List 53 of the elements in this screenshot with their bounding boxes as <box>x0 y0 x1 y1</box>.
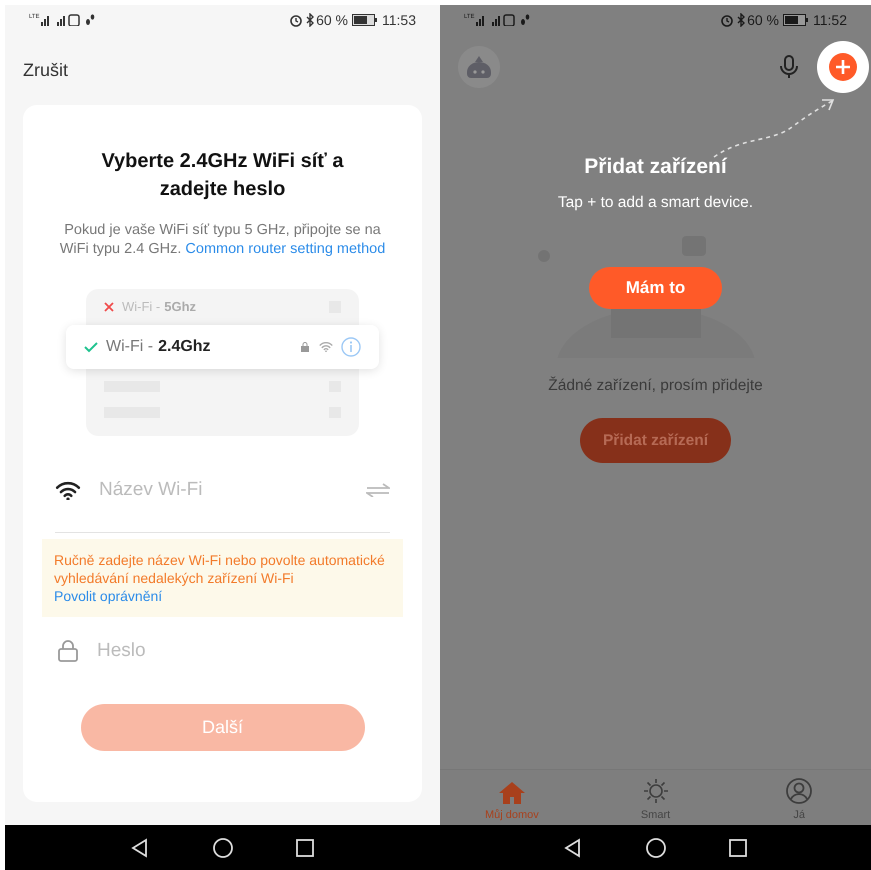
home-icon[interactable] <box>644 836 666 858</box>
alarm-icon <box>289 13 304 27</box>
clock-time: 11:53 <box>382 10 416 30</box>
microphone-icon[interactable] <box>779 54 799 80</box>
plus-icon <box>829 53 857 81</box>
user-icon <box>785 776 814 804</box>
band-label: 2.4Ghz <box>158 337 211 357</box>
steps-icon <box>84 14 95 26</box>
steps-icon <box>520 14 530 26</box>
house-icon <box>498 780 526 804</box>
home-icon[interactable] <box>212 836 234 858</box>
page-title: Vyberte 2.4GHz WiFi síť a zadejte heslo <box>100 149 345 202</box>
recents-icon[interactable] <box>296 838 314 856</box>
battery-icon <box>783 14 809 26</box>
alarm-icon <box>720 13 734 27</box>
empty-state-text: Žádné zařízení, prosím přidejte <box>548 376 763 396</box>
lock-icon <box>301 342 309 352</box>
cancel-button[interactable]: Zrušit <box>23 56 68 84</box>
network-name: Wi-Fi - <box>122 298 160 316</box>
network-name: Wi-Fi - <box>106 337 154 357</box>
wifi-name-field[interactable]: Název Wi-Fi <box>99 476 366 504</box>
check-icon <box>84 341 98 353</box>
warning-text: Ručně zadejte název Wi-Fi nebo povolte automatické vyhledávání nedalekých zařízení Wi-Fi Povolit oprávnění <box>54 551 386 605</box>
cross-icon <box>104 302 114 312</box>
signal-icon <box>40 14 81 26</box>
signal-icon <box>476 14 516 26</box>
got-it-button[interactable]: Mám to <box>589 266 722 309</box>
password-field[interactable]: Heslo <box>97 636 388 666</box>
wifi-icon <box>319 341 333 353</box>
battery-icon <box>352 14 378 26</box>
add-device-button[interactable] <box>817 41 869 93</box>
bluetooth-icon <box>736 13 746 27</box>
battery-percent: 60 % <box>747 10 779 30</box>
add-device-button[interactable]: Přidat zařízení <box>580 418 731 463</box>
recents-icon[interactable] <box>728 838 746 856</box>
back-icon[interactable] <box>130 838 150 858</box>
clock-time: 11:52 <box>813 10 847 30</box>
hint-title: Přidat zařízení <box>584 154 727 180</box>
wifi-icon <box>55 480 81 500</box>
permission-link[interactable]: Povolit oprávnění <box>54 588 162 604</box>
info-icon <box>341 337 361 357</box>
tab-item[interactable]: Můj domov <box>440 770 584 825</box>
battery-percent: 60 % <box>316 10 348 30</box>
tab-item[interactable]: Já <box>727 770 871 825</box>
hint-text: Tap + to add a smart device. <box>558 192 754 212</box>
router-setting-link[interactable]: Common router setting method <box>185 241 386 257</box>
lock-icon <box>57 639 79 663</box>
description-text: Pokud je vaše WiFi síť typu 5 GHz, připojte se na WiFi typu 2.4 GHz. Common router setting method <box>58 221 386 259</box>
back-icon[interactable] <box>562 838 582 858</box>
band-label: 5Ghz <box>164 298 196 316</box>
bluetooth-icon <box>305 13 316 27</box>
sun-icon <box>642 776 670 804</box>
tab-item[interactable]: Smart <box>584 770 728 825</box>
